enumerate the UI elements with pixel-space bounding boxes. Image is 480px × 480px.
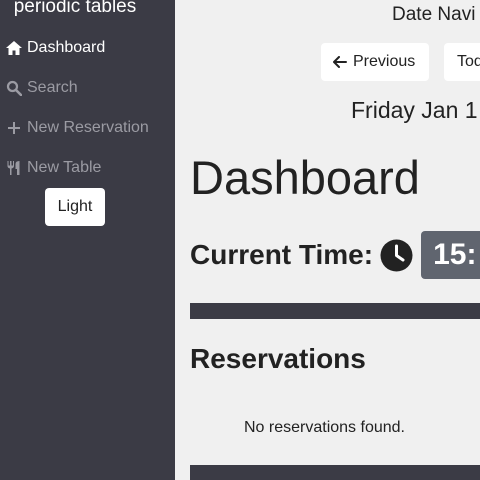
search-icon: [5, 79, 23, 97]
sidebar: periodic tables Dashboard Search New Res…: [0, 0, 175, 480]
current-date: Friday Jan 1: [351, 97, 478, 123]
previous-day-button[interactable]: Previous: [321, 43, 429, 81]
section-divider: [190, 303, 480, 319]
sidebar-item-label: New Table: [27, 159, 102, 176]
clock-icon: [380, 239, 413, 272]
sidebar-item-label: New Reservation: [27, 119, 149, 136]
reservations-heading: Reservations: [190, 343, 366, 374]
sidebar-item-label: Search: [27, 79, 78, 96]
current-time-row: Current Time: 15:: [190, 231, 480, 279]
utensils-icon: [5, 159, 23, 177]
today-button[interactable]: Tod: [444, 43, 480, 81]
main-content: Date Navi Previous Tod Friday Jan 1 Dash…: [175, 0, 480, 480]
plus-icon: [5, 119, 23, 137]
sidebar-item-new-table[interactable]: New Table: [5, 157, 101, 179]
date-navigation-title: Date Navi: [392, 4, 476, 25]
sidebar-item-label: Dashboard: [27, 39, 106, 56]
previous-button-label: Previous: [353, 53, 416, 70]
current-time-label: Current Time:: [190, 239, 374, 270]
sidebar-item-search[interactable]: Search: [5, 77, 78, 99]
sidebar-item-dashboard[interactable]: Dashboard: [5, 37, 105, 59]
no-reservations-message: No reservations found.: [244, 419, 405, 436]
brand-title: periodic tables: [13, 0, 137, 17]
current-time-value: 15:: [421, 231, 480, 279]
home-icon: [5, 39, 23, 57]
arrow-left-icon: [333, 56, 347, 68]
sidebar-item-new-reservation[interactable]: New Reservation: [5, 117, 149, 139]
page-title: Dashboard: [190, 151, 420, 204]
theme-toggle-button[interactable]: Light: [45, 188, 105, 226]
today-button-label: Tod: [457, 53, 480, 70]
section-divider: [190, 465, 480, 480]
